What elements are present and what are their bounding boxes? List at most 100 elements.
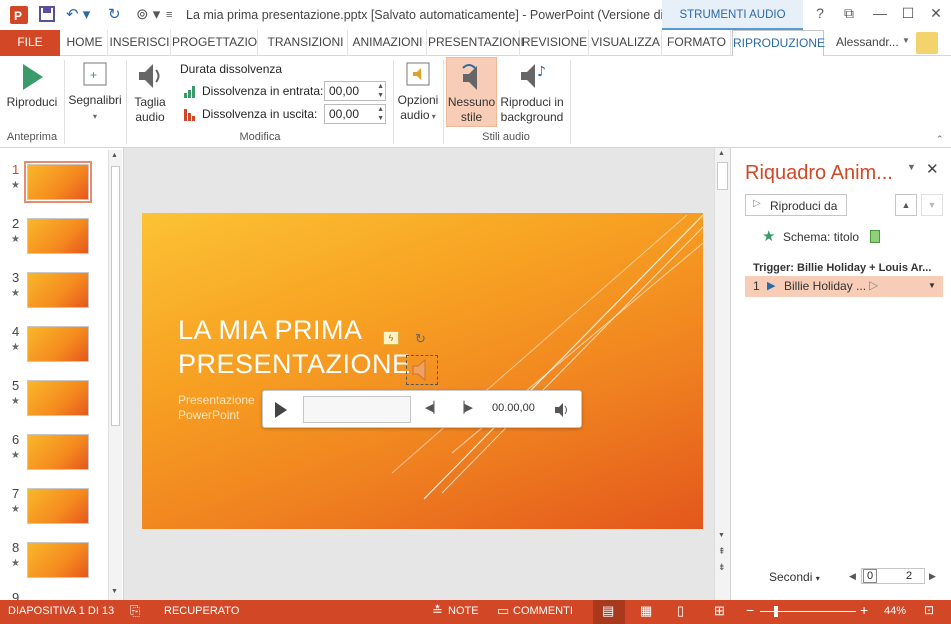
slide-thumbnail[interactable] — [24, 161, 92, 203]
seconds-dropdown[interactable]: Secondi ▾ — [769, 570, 820, 584]
no-style-button[interactable]: Nessuno stile — [446, 57, 497, 127]
no-style-icon — [461, 64, 477, 90]
tab-file[interactable]: FILE — [0, 30, 60, 56]
tab-insert[interactable]: INSERISCI — [109, 30, 171, 56]
zoom-level[interactable]: 44% — [884, 605, 906, 617]
play-in-background-button[interactable]: ♪ Riproduci in background — [498, 60, 566, 125]
stepper-arrows-icon[interactable]: ▲ ▼ — [377, 82, 384, 100]
animation-star-icon: ★ — [11, 342, 20, 353]
thumbnails-scrollbar[interactable]: ▲ ▼ — [108, 150, 122, 600]
trim-audio-button[interactable]: Taglia audio — [128, 60, 172, 125]
pane-options-icon[interactable]: ▼ — [907, 162, 916, 172]
divider — [126, 60, 127, 144]
user-name[interactable]: Alessandr... — [836, 35, 899, 49]
move-up-button[interactable]: ▲ — [895, 194, 917, 216]
maximize-icon[interactable]: ☐ — [896, 5, 920, 22]
audio-options-button[interactable]: Opzioni audio ▾ — [395, 60, 441, 124]
tab-animations[interactable]: ANIMAZIONI — [349, 30, 427, 56]
skip-back-icon[interactable]: ◀▏ — [425, 401, 442, 414]
scroll-up-icon[interactable]: ▲ — [111, 152, 118, 159]
save-icon[interactable] — [38, 5, 56, 29]
tab-playback[interactable]: RIPRODUZIONE — [732, 30, 825, 57]
slide-thumbnail[interactable] — [27, 434, 89, 470]
media-progress-bar[interactable] — [303, 396, 411, 423]
slide-thumbnail[interactable] — [27, 272, 89, 308]
slide-thumbnail[interactable] — [27, 488, 89, 524]
audio-object-selection[interactable] — [406, 355, 438, 385]
animation-pane-title: Riquadro Anim... — [745, 162, 893, 184]
slide-thumbnail[interactable] — [27, 380, 89, 416]
comments-button[interactable]: COMMENTI — [513, 605, 573, 617]
close-icon[interactable]: ✕ — [924, 5, 948, 22]
animation-star-icon: ★ — [762, 228, 776, 245]
ribbon-display-icon[interactable]: ⧉ — [837, 5, 861, 22]
thumb-number: 1 — [12, 162, 20, 177]
tab-transitions[interactable]: TRANSIZIONI — [264, 30, 348, 56]
seconds-label: Secondi — [769, 570, 813, 584]
timeline-right-icon[interactable]: ▶ — [929, 571, 936, 582]
tab-format[interactable]: FORMATO — [663, 30, 731, 56]
minimize-icon[interactable]: — — [868, 5, 892, 21]
slide-sorter-icon[interactable]: ▦ — [640, 603, 652, 619]
move-down-button[interactable]: ▼ — [921, 194, 943, 216]
play-button[interactable]: Riproduci — [4, 62, 60, 110]
scroll-thumb[interactable] — [717, 162, 728, 190]
previous-slide-icon[interactable]: ⇞ — [718, 546, 726, 557]
slide-title[interactable]: LA MIA PRIMA PRESENTAZIONE — [178, 313, 411, 381]
tab-slideshow[interactable]: PRESENTAZIONI — [428, 30, 524, 56]
redo-icon[interactable]: ↻ — [108, 5, 121, 25]
user-dropdown-icon[interactable]: ▼ — [902, 36, 910, 45]
scroll-thumb[interactable] — [111, 166, 120, 426]
slide-thumbnail[interactable] — [27, 542, 89, 578]
play-button-label: Riproduci — [6, 95, 58, 109]
tab-view[interactable]: VISUALIZZA — [590, 30, 662, 56]
start-from-beginning-icon[interactable]: ⊚ ▾ — [136, 5, 160, 25]
avatar[interactable] — [916, 32, 938, 54]
notes-button[interactable]: NOTE — [448, 605, 479, 617]
timeline-scale[interactable]: 0 2 — [861, 568, 925, 584]
slide-thumbnail[interactable] — [27, 218, 89, 254]
skip-forward-icon[interactable]: ▕▶ — [456, 401, 473, 414]
bookmarks-button[interactable]: + Segnalibri ▾ — [66, 60, 124, 124]
tab-home[interactable]: HOME — [62, 30, 108, 56]
volume-icon[interactable] — [553, 401, 571, 419]
tab-review[interactable]: REVISIONE — [521, 30, 589, 56]
next-slide-icon[interactable]: ⇟ — [718, 562, 726, 573]
play-icon[interactable] — [273, 401, 289, 419]
ribbon: Riproduci Anteprima + Segnalibri ▾ Taglia… — [0, 56, 951, 148]
item-dropdown-icon[interactable]: ▼ — [928, 281, 936, 290]
customize-qat-icon[interactable]: ≡ — [166, 5, 172, 25]
spellcheck-icon[interactable]: ⎘ — [130, 603, 140, 619]
fade-out-stepper[interactable]: 00,00 ▲ ▼ — [324, 104, 386, 124]
slide-indicator: DIAPOSITIVA 1 DI 13 — [8, 605, 115, 617]
slide[interactable]: LA MIA PRIMA PRESENTAZIONE Presentazione… — [142, 213, 703, 529]
timeline-end: 2 — [906, 570, 913, 582]
undo-icon[interactable]: ↶ ▾ — [66, 5, 90, 25]
slide-subtitle[interactable]: Presentazione PowerPoint — [178, 393, 255, 423]
scroll-down-icon[interactable]: ▼ — [718, 532, 725, 539]
play-from-button[interactable]: ▷ Riproduci da — [745, 194, 847, 216]
reading-view-icon[interactable]: ▯ — [677, 603, 684, 619]
stepper-arrows-icon[interactable]: ▲ ▼ — [377, 105, 384, 123]
slide-thumbnail[interactable] — [27, 326, 89, 362]
fit-to-window-icon[interactable]: ⊡ — [924, 603, 934, 617]
zoom-slider-thumb[interactable] — [774, 606, 778, 617]
slide-scrollbar[interactable]: ▲ ▼ ⇞ ⇟ — [714, 148, 730, 600]
slideshow-icon[interactable]: ⊞ — [714, 603, 725, 619]
help-icon[interactable]: ? — [808, 5, 832, 21]
close-pane-icon[interactable]: ✕ — [926, 160, 939, 178]
scroll-up-icon[interactable]: ▲ — [718, 150, 725, 157]
fade-out-label: Dissolvenza in uscita: — [202, 107, 318, 121]
scroll-down-icon[interactable]: ▼ — [111, 588, 118, 595]
fade-in-stepper[interactable]: 00,00 ▲ ▼ — [324, 81, 386, 101]
play-icon — [23, 64, 43, 90]
collapse-ribbon-icon[interactable]: ⌃ — [936, 134, 944, 145]
animation-star-icon: ★ — [11, 396, 20, 407]
zoom-out-icon[interactable]: − — [746, 602, 754, 618]
rotate-handle-icon[interactable]: ↻ — [415, 331, 426, 347]
animation-star-icon: ★ — [11, 450, 20, 461]
animation-list-item[interactable]: 1 ▶ Billie Holiday ... ▷ ▼ — [745, 276, 943, 297]
zoom-in-icon[interactable]: + — [860, 602, 868, 618]
tab-design[interactable]: PROGETTAZIO — [172, 30, 258, 56]
timeline-left-icon[interactable]: ◀ — [849, 571, 856, 582]
